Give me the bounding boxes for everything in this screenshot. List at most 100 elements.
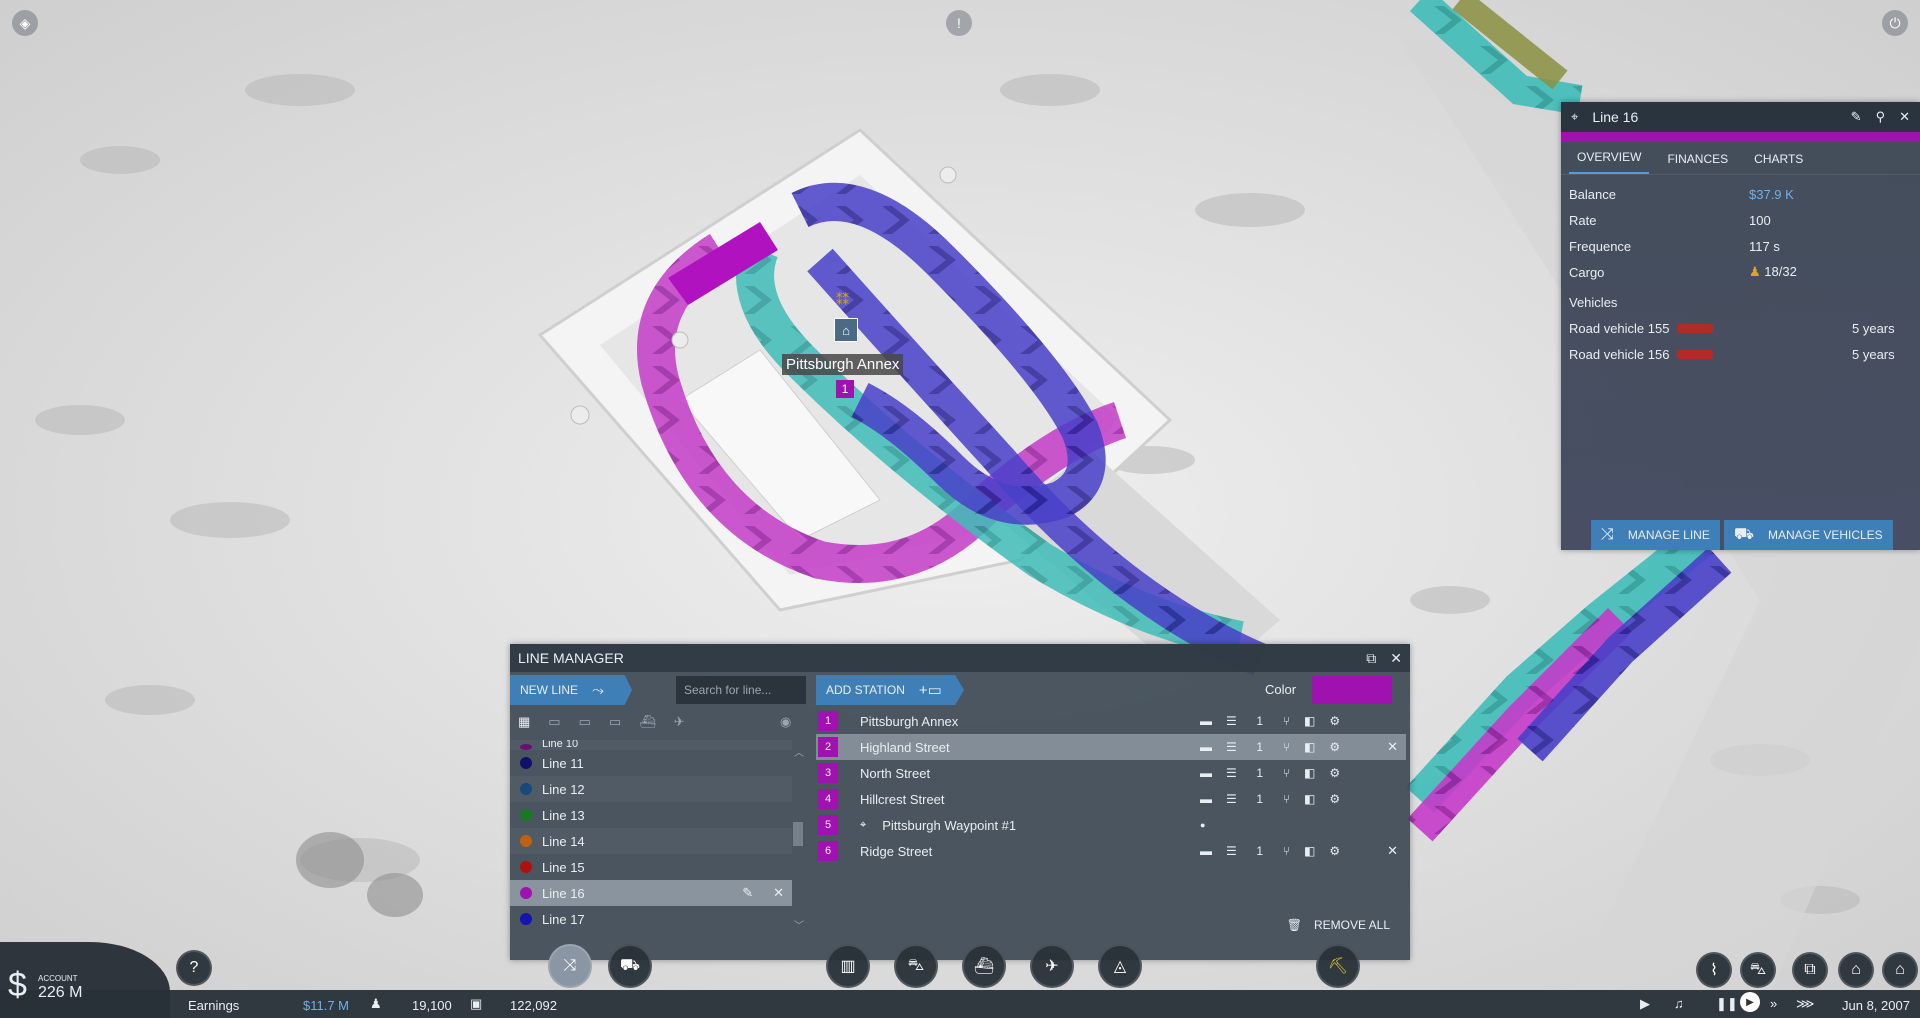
drag-handle-icon[interactable]: ▬ xyxy=(1200,740,1212,754)
industries-button[interactable]: ⌂ xyxy=(1838,952,1874,988)
remove-station-icon[interactable]: ✕ xyxy=(1387,843,1398,859)
station-row[interactable]: 2 Highland Street ▬ ☰ 1 ⑂ ◧ ⚙ ✕ xyxy=(816,734,1406,760)
alert-icon[interactable]: ! xyxy=(946,10,972,36)
train-filter-icon[interactable]: ▭ xyxy=(609,714,621,730)
station-name[interactable]: Pittsburgh Annex xyxy=(860,714,958,729)
manage-line-button[interactable]: ⤨ MANAGE LINE xyxy=(1591,520,1720,550)
layers-icon[interactable]: ◈ xyxy=(12,10,38,36)
new-line-button[interactable]: NEW LINE ⤳ xyxy=(510,675,632,705)
edit-icon[interactable]: ✎ xyxy=(1851,109,1862,125)
settings-icon[interactable]: ⚙ xyxy=(1329,714,1340,728)
platform-count[interactable]: 1 xyxy=(1251,766,1269,780)
scroll-up-icon[interactable]: ︿ xyxy=(794,744,804,759)
load-toggle-icon[interactable]: ◧ xyxy=(1304,740,1315,754)
station-name[interactable]: Pittsburgh Waypoint #1 xyxy=(882,818,1016,833)
vehicles-overview-button[interactable]: ⛍ xyxy=(1740,952,1776,988)
vehicle-row[interactable]: Road vehicle 156 5 years xyxy=(1569,341,1912,367)
tab-overview[interactable]: OVERVIEW xyxy=(1569,150,1650,174)
settings-icon[interactable]: ⚙ xyxy=(1329,792,1340,806)
route-option-icon[interactable]: ⑂ xyxy=(1283,740,1290,754)
platform-count[interactable]: 1 xyxy=(1251,740,1269,754)
tab-finances[interactable]: FINANCES xyxy=(1659,152,1736,174)
rail-tools-button[interactable]: ⛍ xyxy=(894,944,938,988)
air-tools-button[interactable]: ✈ xyxy=(1030,944,1074,988)
color-swatch[interactable] xyxy=(1312,676,1392,704)
manage-vehicles-button[interactable]: ⛟ MANAGE VEHICLES xyxy=(1723,520,1893,550)
plane-filter-icon[interactable]: ✈ xyxy=(674,714,685,730)
truck-filter-icon[interactable]: ▭ xyxy=(579,714,591,730)
station-row[interactable]: 4 Hillcrest Street ▬ ☰ 1 ⑂ ◧ ⚙ xyxy=(816,786,1406,812)
load-toggle-icon[interactable]: ◧ xyxy=(1304,792,1315,806)
tab-charts[interactable]: CHARTS xyxy=(1746,152,1811,174)
earnings-value[interactable]: $11.7 M xyxy=(303,998,349,1013)
bulldozer-button[interactable]: ⛏ xyxy=(1316,944,1360,988)
add-station-button[interactable]: ADD STATION +▭ xyxy=(816,675,964,705)
platform-count[interactable]: 1 xyxy=(1251,844,1269,858)
station-bus-icon[interactable]: ⌂ xyxy=(834,318,858,342)
remove-station-icon[interactable]: ✕ xyxy=(1387,739,1398,755)
road-tools-button[interactable]: ▥ xyxy=(826,944,870,988)
scroll-thumb[interactable] xyxy=(793,822,803,846)
settings-icon[interactable]: ⚙ xyxy=(1329,844,1340,858)
list-item[interactable]: Line 17 xyxy=(510,906,792,932)
station-name[interactable]: Ridge Street xyxy=(860,844,932,859)
towns-button[interactable]: ⌂ xyxy=(1882,952,1918,988)
route-option-icon[interactable]: ⑂ xyxy=(1283,844,1290,858)
list-item[interactable]: Line 14 xyxy=(510,828,792,854)
settings-icon[interactable]: ⚙ xyxy=(1329,740,1340,754)
terrain-tools-button[interactable]: ◬ xyxy=(1098,944,1142,988)
scroll-down-icon[interactable]: ﹀ xyxy=(794,917,804,932)
station-row[interactable]: 6 Ridge Street ▬ ☰ 1 ⑂ ◧ ⚙ ✕ xyxy=(816,838,1406,864)
route-option-icon[interactable]: ⑂ xyxy=(1283,766,1290,780)
water-tools-button[interactable]: ⛴ xyxy=(962,944,1006,988)
list-item[interactable]: Line 12 xyxy=(510,776,792,802)
balance-value[interactable]: $37.9 K xyxy=(1749,187,1912,202)
list-item[interactable]: Line 11 xyxy=(510,750,792,776)
route-option-icon[interactable]: ⑂ xyxy=(1283,714,1290,728)
station-name[interactable]: North Street xyxy=(860,766,930,781)
pause-icon[interactable]: ❚❚ xyxy=(1716,996,1738,1012)
help-button[interactable]: ? xyxy=(176,950,212,986)
search-line-input[interactable] xyxy=(676,676,806,704)
ship-filter-icon[interactable]: ⛴ xyxy=(639,714,656,730)
all-lines-filter-icon[interactable]: ▦ xyxy=(518,714,530,730)
route-option-icon[interactable]: ⑂ xyxy=(1283,792,1290,806)
drag-handle-icon[interactable]: ▬ xyxy=(1200,714,1212,728)
drag-handle-icon[interactable]: ▬ xyxy=(1200,766,1212,780)
fast-forward-icon[interactable]: » xyxy=(1770,996,1777,1011)
pin-icon[interactable]: ⚲ xyxy=(1876,109,1886,125)
drag-handle-icon[interactable]: ▬ xyxy=(1200,792,1212,806)
map-station-label[interactable]: Pittsburgh Annex xyxy=(782,354,904,375)
platform-count[interactable]: 1 xyxy=(1251,792,1269,806)
close-icon[interactable]: ✕ xyxy=(1899,109,1910,125)
music-icon[interactable]: ♫ xyxy=(1674,996,1684,1011)
bus-filter-icon[interactable]: ▭ xyxy=(548,714,560,730)
vehicles-button[interactable]: ⛟ xyxy=(608,944,652,988)
vehicle-row[interactable]: Road vehicle 155 5 years xyxy=(1569,315,1912,341)
load-toggle-icon[interactable]: ◧ xyxy=(1304,714,1315,728)
play-icon[interactable]: ▶ xyxy=(1740,992,1760,1012)
lines-overview-button[interactable]: ⧉ xyxy=(1792,952,1828,988)
camera-icon[interactable]: ▶ xyxy=(1640,996,1650,1012)
delete-icon[interactable]: ✕ xyxy=(773,885,784,901)
drag-handle-icon[interactable]: ▬ xyxy=(1200,844,1212,858)
stats-button[interactable]: ⌇ xyxy=(1696,952,1732,988)
popout-icon[interactable]: ⧉ xyxy=(1366,650,1376,667)
station-row[interactable]: 3 North Street ▬ ☰ 1 ⑂ ◧ ⚙ xyxy=(816,760,1406,786)
station-name[interactable]: Hillcrest Street xyxy=(860,792,945,807)
list-item[interactable]: Line 10 xyxy=(510,740,792,750)
platform-count[interactable]: 1 xyxy=(1251,714,1269,728)
fastest-forward-icon[interactable]: ⋙ xyxy=(1796,996,1815,1012)
remove-all-button[interactable]: 🗑 REMOVE ALL xyxy=(1287,918,1390,932)
edit-icon[interactable]: ✎ xyxy=(742,885,753,901)
vehicle-name[interactable]: Road vehicle 156 xyxy=(1569,347,1669,362)
list-item[interactable]: Line 13 xyxy=(510,802,792,828)
load-toggle-icon[interactable]: ◧ xyxy=(1304,844,1315,858)
station-name[interactable]: Highland Street xyxy=(860,740,950,755)
list-item[interactable]: Line 16 ✎ ✕ xyxy=(510,880,792,906)
line-list-scrollbar[interactable]: ︿ ﹀ xyxy=(792,744,804,932)
close-icon[interactable]: ✕ xyxy=(1390,650,1402,667)
list-item[interactable]: Line 15 xyxy=(510,854,792,880)
lines-button[interactable]: ⤨ xyxy=(548,944,592,988)
load-toggle-icon[interactable]: ◧ xyxy=(1304,766,1315,780)
